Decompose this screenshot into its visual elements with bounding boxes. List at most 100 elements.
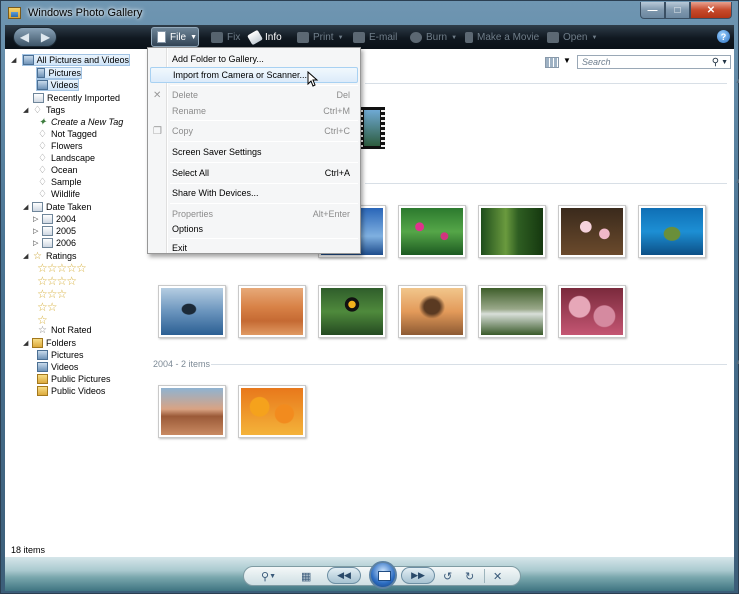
chevron-down-icon[interactable]: ▼ xyxy=(563,56,571,65)
close-button[interactable]: ✕ xyxy=(690,2,732,19)
photo-thumbnail[interactable] xyxy=(478,285,546,338)
nav-not-rated[interactable]: ☆ Not Rated xyxy=(37,324,92,336)
app-window: Windows Photo Gallery — □ ✕ ◀ ▶ File ▼ F… xyxy=(0,0,739,594)
video-thumbnail[interactable] xyxy=(359,107,385,149)
videos-icon xyxy=(37,80,48,90)
nav-videos[interactable]: Videos xyxy=(36,79,79,91)
help-button[interactable]: ? xyxy=(717,30,730,43)
menu-item-properties[interactable]: Properties Alt+Enter xyxy=(150,206,358,222)
photo-thumbnail[interactable] xyxy=(238,285,306,338)
group-header-2004[interactable]: 2004 - 2 items xyxy=(153,359,217,369)
menu-item-select-all[interactable]: Select All Ctrl+A xyxy=(150,165,358,181)
menu-item-exit[interactable]: Exit xyxy=(150,240,358,256)
back-button[interactable]: ◀ xyxy=(14,28,35,46)
forward-button[interactable]: ▶ xyxy=(35,28,56,46)
menu-item-screen-saver[interactable]: Screen Saver Settings xyxy=(150,144,358,160)
menu-item-share-devices[interactable]: Share With Devices... xyxy=(150,185,358,201)
menu-item-label: Options xyxy=(172,224,204,234)
delete-button[interactable]: ✕ xyxy=(493,569,502,583)
nav-recently-imported[interactable]: Recently Imported xyxy=(33,92,120,104)
collapsed-arrow-icon: ▷ xyxy=(33,240,39,247)
zoom-button[interactable]: ⚲ ▼ xyxy=(261,569,276,583)
print-button[interactable]: Print ▼ xyxy=(297,29,344,46)
menu-item-delete[interactable]: ✕ Delete Del xyxy=(150,87,358,103)
expand-arrow-icon: ◢ xyxy=(23,340,29,347)
menu-item-rename[interactable]: Rename Ctrl+M xyxy=(150,103,358,119)
menu-separator xyxy=(170,203,358,204)
collapse-group-icon[interactable]: ▲ xyxy=(735,78,739,85)
folder-icon xyxy=(37,386,48,396)
rating-4-stars[interactable]: ☆☆☆☆ xyxy=(37,274,77,288)
collapse-group-icon[interactable]: ▲ xyxy=(735,178,739,185)
rotate-counterclockwise-button[interactable]: ↺ xyxy=(443,569,452,583)
nav-tag-flowers[interactable]: ♢ Flowers xyxy=(37,140,83,152)
nav-folder-public-videos[interactable]: Public Videos xyxy=(37,385,105,397)
rating-3-stars[interactable]: ☆☆☆ xyxy=(37,287,67,301)
nav-date-taken[interactable]: ◢ Date Taken xyxy=(23,201,91,213)
nav-label: Recently Imported xyxy=(47,93,121,103)
menu-item-options[interactable]: Options xyxy=(150,221,358,237)
photo-thumbnail[interactable] xyxy=(558,205,626,258)
collapse-group-icon[interactable]: ▲ xyxy=(735,359,739,366)
nav-folder-videos[interactable]: Videos xyxy=(37,361,78,373)
actual-size-button[interactable]: ▦ xyxy=(301,569,311,583)
rating-2-stars[interactable]: ☆☆ xyxy=(37,300,57,314)
email-button[interactable]: E-mail xyxy=(353,29,397,46)
recent-icon xyxy=(33,93,44,103)
file-dropdown-menu: Add Folder to Gallery... Import from Cam… xyxy=(147,47,361,254)
info-button[interactable]: Info xyxy=(247,29,282,46)
search-icon[interactable]: ⚲ xyxy=(712,57,721,68)
photo-thumbnail[interactable] xyxy=(398,285,466,338)
burn-button[interactable]: Burn ▼ xyxy=(410,29,457,46)
rotate-clockwise-button[interactable]: ↻ xyxy=(465,569,474,583)
menu-item-copy[interactable]: ❐ Copy Ctrl+C xyxy=(150,123,358,139)
photo-thumbnail[interactable] xyxy=(558,285,626,338)
menu-item-add-folder[interactable]: Add Folder to Gallery... xyxy=(150,51,358,67)
menu-item-shortcut: Del xyxy=(336,90,350,100)
photo-thumbnail[interactable] xyxy=(478,205,546,258)
nav-pictures[interactable]: Pictures xyxy=(36,67,82,79)
nav-folder-public-pictures[interactable]: Public Pictures xyxy=(37,373,111,385)
nav-label: Videos xyxy=(51,362,79,372)
nav-year-2004[interactable]: ▷ 2004 xyxy=(33,213,76,225)
nav-folders[interactable]: ◢ Folders xyxy=(23,337,76,349)
menu-item-import-camera[interactable]: Import from Camera or Scanner... xyxy=(150,67,358,83)
nav-not-tagged[interactable]: ♢ Not Tagged xyxy=(37,128,97,140)
nav-tag-wildlife[interactable]: ♢ Wildlife xyxy=(37,188,80,200)
photo-thumbnail[interactable] xyxy=(638,205,706,258)
nav-create-tag[interactable]: ✦ Create a New Tag xyxy=(37,116,123,128)
photo-thumbnail[interactable] xyxy=(318,285,386,338)
thumbnail-view-icon[interactable] xyxy=(545,57,559,68)
title-bar[interactable]: Windows Photo Gallery — □ ✕ xyxy=(1,1,738,25)
fix-button[interactable]: Fix xyxy=(211,29,240,46)
expand-arrow-icon: ◢ xyxy=(23,204,29,211)
nav-tag-landscape[interactable]: ♢ Landscape xyxy=(37,152,95,164)
rotate-cw-icon: ↻ xyxy=(465,570,475,583)
calendar-icon xyxy=(42,214,53,224)
tag-outline-icon: ♢ xyxy=(38,152,47,164)
nav-tags[interactable]: ◢ ♢ Tags xyxy=(23,104,65,116)
nav-tag-ocean[interactable]: ♢ Ocean xyxy=(37,164,78,176)
rating-5-stars[interactable]: ☆☆☆☆☆ xyxy=(37,261,87,275)
nav-year-2006[interactable]: ▷ 2006 xyxy=(33,237,76,249)
photo-thumbnail[interactable] xyxy=(398,205,466,258)
slideshow-play-button[interactable] xyxy=(369,561,397,589)
nav-year-2005[interactable]: ▷ 2005 xyxy=(33,225,76,237)
maximize-button[interactable]: □ xyxy=(665,2,690,19)
nav-all-pictures-videos[interactable]: ◢ All Pictures and Videos xyxy=(11,54,130,66)
nav-label: Ratings xyxy=(46,251,77,261)
search-input[interactable]: Search ⚲ ▼ xyxy=(577,55,731,69)
open-button[interactable]: Open ▼ xyxy=(547,29,597,46)
next-button[interactable]: ▶▶ xyxy=(401,567,435,584)
file-menu-button[interactable]: File ▼ xyxy=(151,27,199,47)
photo-thumbnail[interactable] xyxy=(158,285,226,338)
nav-folder-pictures[interactable]: Pictures xyxy=(37,349,84,361)
nav-tag-sample[interactable]: ♢ Sample xyxy=(37,176,82,188)
photo-thumbnail[interactable] xyxy=(158,385,226,438)
email-icon xyxy=(353,32,365,43)
make-movie-button[interactable]: Make a Movie xyxy=(465,29,539,46)
photo-thumbnail[interactable] xyxy=(238,385,306,438)
previous-button[interactable]: ◀◀ xyxy=(327,567,361,584)
minimize-button[interactable]: — xyxy=(640,2,665,19)
chevron-down-icon[interactable]: ▼ xyxy=(721,59,730,66)
